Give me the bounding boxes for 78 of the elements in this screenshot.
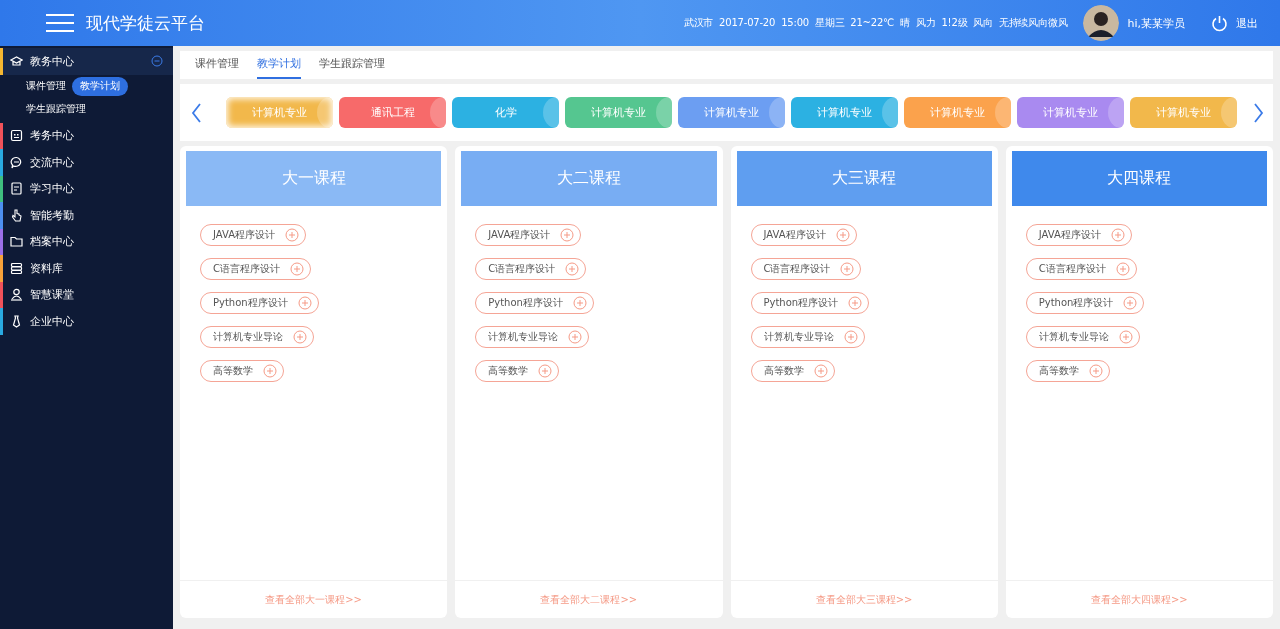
plus-icon[interactable] (1123, 296, 1138, 310)
cap-icon (10, 54, 23, 68)
card-header: 大四课程 (1011, 151, 1267, 206)
weather-info: 武汉市 2017-07-20 15:00 星期三 21~22℃ 晴 风力 1!2级 风向 无持续风向微风 (683, 16, 1068, 30)
course-tag[interactable]: Python程序设计 (475, 292, 594, 314)
card-header: 大二课程 (461, 151, 717, 206)
sidebar-item[interactable]: 资料库 (0, 255, 173, 282)
card-header: 大一课程 (186, 151, 442, 206)
plus-icon[interactable] (538, 364, 553, 378)
course-tag[interactable]: 计算机专业导论 (750, 326, 865, 348)
calendar-icon (10, 129, 23, 143)
course-tag[interactable]: C语言程序设计 (1025, 258, 1137, 280)
sidebar-item[interactable]: 学习中心 (0, 175, 173, 202)
chevron-left-icon[interactable] (190, 101, 204, 124)
app-title: 现代学徒云平台 (86, 11, 206, 35)
plus-icon[interactable] (848, 296, 863, 310)
database-icon (10, 261, 23, 275)
course-tag[interactable]: 高等数学 (1025, 360, 1110, 382)
course-tag[interactable]: JAVA程序设计 (475, 224, 582, 246)
plus-icon[interactable] (263, 364, 277, 378)
plus-icon[interactable] (843, 330, 858, 344)
plus-icon[interactable] (565, 262, 580, 276)
plus-icon[interactable] (293, 330, 307, 344)
plus-icon[interactable] (290, 262, 304, 276)
logout-link[interactable]: 退出 (1236, 15, 1258, 31)
submenu-item[interactable]: 课件管理 (26, 76, 66, 96)
plus-icon[interactable] (568, 330, 583, 344)
course-tag[interactable]: 计算机专业导论 (1025, 326, 1140, 348)
course-tag[interactable]: Python程序设计 (1025, 292, 1145, 314)
course-tag[interactable]: Python程序设计 (200, 292, 319, 314)
sidebar-item[interactable]: 档案中心 (0, 228, 173, 255)
sidebar-item[interactable]: 智能考勤 (0, 202, 173, 229)
course-tag[interactable]: 计算机专业导论 (475, 326, 590, 348)
sidebar-item[interactable]: 企业中心 (0, 308, 173, 335)
card-header: 大三课程 (736, 151, 992, 206)
course-tag[interactable]: C语言程序设计 (750, 258, 862, 280)
tab[interactable]: 教学计划 (257, 57, 301, 79)
plus-icon[interactable] (1110, 228, 1125, 242)
collapse-icon[interactable] (151, 55, 163, 68)
course-tag[interactable]: C语言程序设计 (200, 258, 311, 280)
course-tag[interactable]: JAVA程序设计 (1025, 224, 1132, 246)
menu-icon[interactable] (46, 13, 74, 33)
plus-icon[interactable] (1088, 364, 1103, 378)
user-name[interactable]: hi,某某学员 (1127, 15, 1185, 31)
course-tag[interactable]: Python程序设计 (750, 292, 870, 314)
course-tag[interactable]: 高等数学 (750, 360, 835, 382)
sidebar-item[interactable]: 教务中心 (0, 48, 173, 75)
avatar[interactable] (1083, 5, 1120, 41)
plus-icon[interactable] (1118, 330, 1133, 344)
folder-icon (10, 235, 23, 249)
plus-icon[interactable] (572, 296, 587, 310)
tie-icon (10, 314, 23, 328)
sidebar-item[interactable]: 交流中心 (0, 149, 173, 176)
chevron-right-icon[interactable] (1251, 101, 1265, 124)
course-tag[interactable]: 计算机专业导论 (200, 326, 314, 348)
submenu-item[interactable]: 学生跟踪管理 (26, 99, 86, 119)
plus-icon[interactable] (285, 228, 300, 242)
chat-icon (10, 155, 23, 169)
plus-icon[interactable] (840, 262, 855, 276)
course-tag[interactable]: JAVA程序设计 (200, 224, 307, 246)
submenu-item[interactable]: 教学计划 (72, 76, 128, 96)
sidebar-item[interactable]: 考务中心 (0, 122, 173, 149)
course-tag[interactable]: JAVA程序设计 (750, 224, 857, 246)
course-tag[interactable]: C语言程序设计 (475, 258, 587, 280)
plus-icon[interactable] (835, 228, 850, 242)
power-icon[interactable] (1211, 14, 1228, 32)
tab[interactable]: 课件管理 (195, 57, 239, 79)
hand-icon (10, 208, 23, 222)
course-tag[interactable]: 高等数学 (200, 360, 284, 382)
plus-icon[interactable] (560, 228, 575, 242)
course-tag[interactable]: 高等数学 (475, 360, 560, 382)
tab[interactable]: 学生跟踪管理 (319, 57, 385, 79)
plus-icon[interactable] (297, 296, 312, 310)
plus-icon[interactable] (1115, 262, 1130, 276)
document-icon (10, 182, 23, 196)
plus-icon[interactable] (813, 364, 828, 378)
sidebar-item[interactable]: 智慧课堂 (0, 281, 173, 308)
person-icon (10, 288, 23, 302)
